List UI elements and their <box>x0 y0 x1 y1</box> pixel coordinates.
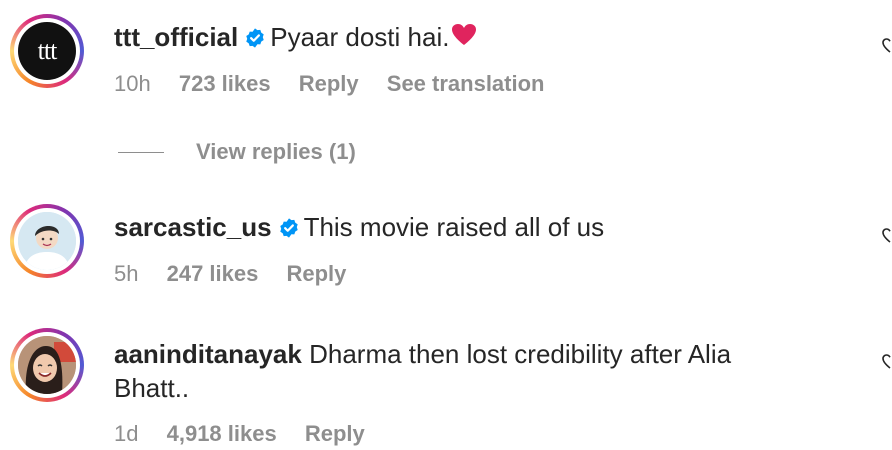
avatar[interactable]: ttt <box>10 14 84 88</box>
verified-badge-icon <box>278 213 300 247</box>
comment-text-line: aaninditanayak Dharma then lost credibil… <box>114 337 731 371</box>
likes-count[interactable]: 4,918 likes <box>167 421 277 446</box>
view-replies-label: View replies (1) <box>196 139 356 164</box>
timestamp: 10h <box>114 71 151 96</box>
avatar[interactable] <box>10 328 84 402</box>
like-heart-icon[interactable] <box>882 38 892 59</box>
comment-text-line: sarcastic_us This movie raised all of us <box>114 210 604 247</box>
comment-text-line: ttt_official Pyaar dosti hai. <box>114 20 477 57</box>
ttt-logo-avatar: ttt <box>37 36 58 65</box>
comment-text: This movie raised all of us <box>303 212 605 242</box>
cartoon-boy-avatar <box>18 212 76 270</box>
comment-text: Pyaar dosti hai. <box>270 22 450 52</box>
like-heart-icon[interactable] <box>882 354 892 375</box>
username-link[interactable]: ttt_official <box>114 22 238 52</box>
comment-meta: 5h 247 likes Reply <box>114 260 368 288</box>
heart-emoji-icon <box>451 21 477 55</box>
comment-meta: 1d 4,918 likes Reply <box>114 420 387 448</box>
see-translation-button[interactable]: See translation <box>387 71 545 96</box>
reply-button[interactable]: Reply <box>305 421 365 446</box>
likes-count[interactable]: 723 likes <box>179 71 271 96</box>
smiling-girl-avatar <box>18 336 76 394</box>
view-replies-button[interactable]: View replies (1) <box>118 138 356 166</box>
username-link[interactable]: aaninditanayak <box>114 339 302 369</box>
likes-count[interactable]: 247 likes <box>167 261 259 286</box>
comment-text: Dharma then lost credibility after Alia <box>309 339 732 369</box>
like-heart-icon[interactable] <box>882 228 892 249</box>
reply-button[interactable]: Reply <box>286 261 346 286</box>
comment-text-line-2: Bhatt.. <box>114 371 189 405</box>
reply-button[interactable]: Reply <box>299 71 359 96</box>
replies-divider <box>118 151 164 153</box>
timestamp: 5h <box>114 261 139 286</box>
comment-meta: 10h 723 likes Reply See translation <box>114 70 566 98</box>
username-link[interactable]: sarcastic_us <box>114 212 272 242</box>
verified-badge-icon <box>244 23 266 57</box>
comment-text-continued: Bhatt.. <box>114 373 190 403</box>
timestamp: 1d <box>114 421 139 446</box>
avatar[interactable] <box>10 204 84 278</box>
